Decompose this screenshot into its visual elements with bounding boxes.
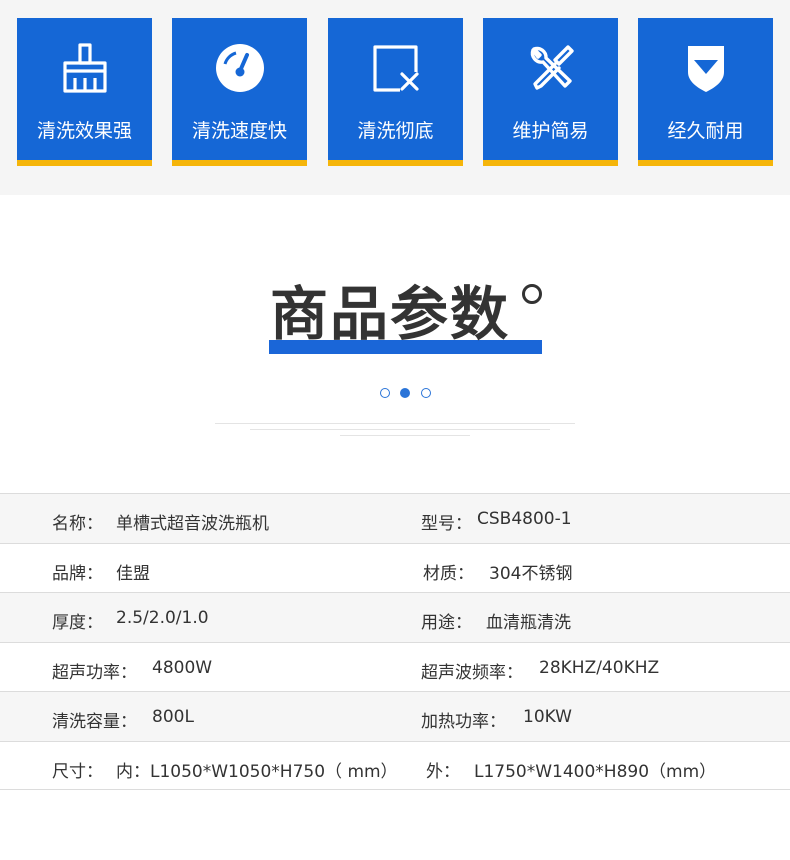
spec-label: 超声功率： xyxy=(52,662,137,683)
spec-label: 用途： xyxy=(421,613,472,633)
dot-indicator-active xyxy=(400,388,410,398)
spec-value: 2.5/2.0/1.0 xyxy=(116,608,209,628)
spec-value: 304不锈钢 xyxy=(489,563,573,584)
table-row: 名称： 单槽式超音波洗瓶机 型号： CSB4800-1 xyxy=(0,493,790,543)
feature-label: 维护简易 xyxy=(512,120,589,142)
spec-value: 4800W xyxy=(152,657,213,678)
feature-card-thorough: 清洗彻底 xyxy=(328,18,463,166)
spec-label: 型号： xyxy=(421,514,472,534)
feature-card-cleaning-effect: 清洗效果强 xyxy=(17,18,152,166)
spec-label: 品牌： xyxy=(52,563,103,584)
wrench-screwdriver-icon xyxy=(530,45,574,90)
dot-indicator xyxy=(421,388,431,398)
carousel-dots xyxy=(380,388,440,400)
spec-value: 800L xyxy=(152,707,194,727)
feature-label: 经久耐用 xyxy=(667,120,744,142)
spec-label: 材质： xyxy=(423,563,474,584)
spec-value: 血清瓶清洗 xyxy=(486,613,571,633)
table-row: 厚度： 2.5/2.0/1.0 用途： 血清瓶清洗 xyxy=(0,592,790,642)
shield-icon xyxy=(688,46,724,92)
spec-table: 名称： 单槽式超音波洗瓶机 型号： CSB4800-1 品牌： 佳盟 材质： 3… xyxy=(0,493,790,790)
spec-label: 超声波频率： xyxy=(421,662,523,683)
feature-card-maintenance: 维护简易 xyxy=(483,18,618,166)
spec-value: 内：L1050*W1050*H750（ mm） xyxy=(116,761,398,782)
decorative-line xyxy=(340,435,470,436)
spec-label: 清洗容量： xyxy=(52,712,137,732)
spec-label: 厚度： xyxy=(52,613,103,633)
spec-value: L1750*W1400*H890（mm） xyxy=(474,761,717,782)
spec-value: 28KHZ/40KHZ xyxy=(539,657,660,678)
brush-icon xyxy=(63,43,107,93)
feature-strip: 清洗效果强 清洗速度快 清洗彻底 维护简易 经久耐用 xyxy=(0,0,790,195)
spec-label: 名称： xyxy=(52,514,103,534)
table-row: 清洗容量： 800L 加热功率： 10KW xyxy=(0,691,790,741)
dot-indicator xyxy=(380,388,390,398)
section-heading: 商品参数 xyxy=(0,270,790,370)
spec-label: 加热功率： xyxy=(421,712,506,732)
table-row: 尺寸： 内：L1050*W1050*H750（ mm） 外： L1750*W14… xyxy=(0,740,790,790)
window-close-icon xyxy=(373,45,419,92)
spec-label: 尺寸： xyxy=(52,761,103,782)
spec-value: 10KW xyxy=(523,707,572,727)
spec-value: CSB4800-1 xyxy=(477,509,572,529)
speedometer-icon xyxy=(216,44,264,92)
decorative-line xyxy=(215,423,575,424)
page-title: 商品参数 xyxy=(270,280,511,348)
spec-value: 单槽式超音波洗瓶机 xyxy=(116,514,269,534)
spec-value: 佳盟 xyxy=(116,563,150,584)
feature-label: 清洗速度快 xyxy=(191,120,287,142)
decorative-line xyxy=(250,429,550,430)
table-row: 超声功率： 4800W 超声波频率： 28KHZ/40KHZ xyxy=(0,641,790,692)
degree-mark xyxy=(522,284,542,304)
feature-label: 清洗彻底 xyxy=(357,120,434,142)
feature-card-durable: 经久耐用 xyxy=(638,18,773,166)
spec-label: 外： xyxy=(426,761,460,782)
table-row: 品牌： 佳盟 材质： 304不锈钢 xyxy=(0,542,790,593)
feature-card-cleaning-speed: 清洗速度快 xyxy=(172,18,307,166)
feature-label: 清洗效果强 xyxy=(36,120,132,142)
